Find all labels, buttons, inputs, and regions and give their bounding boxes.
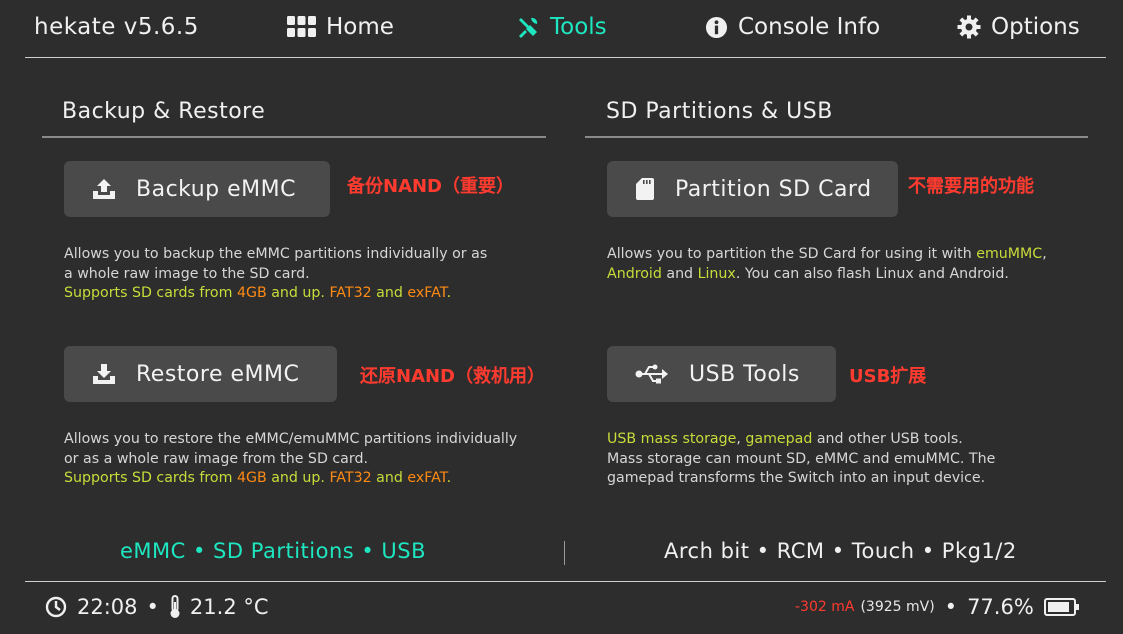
partition-sd-card-label: Partition SD Card xyxy=(675,176,872,202)
thermometer-icon xyxy=(170,595,180,618)
partition-annotation: 不需要用的功能 xyxy=(908,176,1034,197)
status-right: -302 mA (3925 mV) • 77.6% xyxy=(795,595,1080,619)
gear-icon xyxy=(957,15,981,39)
footer-separator xyxy=(564,541,565,565)
sd-card-icon xyxy=(636,178,654,200)
tab-options-label: Options xyxy=(991,14,1080,40)
download-icon xyxy=(93,364,115,384)
upload-icon xyxy=(93,179,115,199)
usb-annotation: USB扩展 xyxy=(849,366,927,387)
partition-description: Allows you to partition the SD Card for … xyxy=(607,246,1047,282)
section-divider xyxy=(42,136,546,138)
footer-features-left: eMMC • SD Partitions • USB xyxy=(120,539,427,563)
tools-icon xyxy=(519,17,538,38)
battery-voltage: (3925 mV) xyxy=(860,599,935,615)
section-title-sd-usb: SD Partitions & USB xyxy=(606,99,833,124)
restore-emmc-button[interactable]: Restore eMMC xyxy=(64,346,337,402)
header-divider xyxy=(25,57,1106,58)
clock-icon xyxy=(45,596,67,618)
battery-icon xyxy=(1043,598,1079,616)
grid-icon xyxy=(287,16,316,37)
restore-emmc-label: Restore eMMC xyxy=(136,361,300,387)
status-separator: • xyxy=(146,595,159,619)
restore-description: Allows you to restore the eMMC/emuMMC pa… xyxy=(64,431,518,486)
battery-current: -302 mA xyxy=(795,599,855,615)
tab-home-label: Home xyxy=(326,14,394,40)
backup-emmc-button[interactable]: Backup eMMC xyxy=(64,161,330,217)
temperature: 21.2 °C xyxy=(189,595,269,619)
partition-sd-card-button[interactable]: Partition SD Card xyxy=(607,161,898,217)
section-divider xyxy=(585,136,1088,138)
usb-icon xyxy=(635,364,668,384)
tab-console-info[interactable]: Console Info xyxy=(705,14,880,40)
tab-tools[interactable]: Tools xyxy=(516,14,607,40)
app-title: hekate v5.6.5 xyxy=(34,14,199,40)
status-left: 22:08 • 21.2 °C xyxy=(45,595,269,619)
backup-emmc-label: Backup eMMC xyxy=(136,176,296,202)
section-title-backup-restore: Backup & Restore xyxy=(62,99,266,124)
footer-features-right: Arch bit • RCM • Touch • Pkg1/2 xyxy=(664,539,1017,563)
usb-tools-label: USB Tools xyxy=(689,361,800,387)
backup-annotation: 备份NAND（重要） xyxy=(347,176,515,197)
clock-time: 22:08 xyxy=(77,595,138,619)
tab-home[interactable]: Home xyxy=(287,14,394,40)
usb-description: USB mass storage, gamepad and other USB … xyxy=(607,431,996,486)
info-icon xyxy=(705,16,728,38)
tab-options[interactable]: Options xyxy=(957,14,1080,40)
status-divider xyxy=(25,581,1106,582)
usb-tools-button[interactable]: USB Tools xyxy=(607,346,836,402)
backup-description: Allows you to backup the eMMC partitions… xyxy=(64,246,488,301)
tab-console-info-label: Console Info xyxy=(738,14,881,40)
battery-percent: 77.6% xyxy=(967,595,1034,619)
status-separator: • xyxy=(944,595,958,619)
restore-annotation: 还原NAND（救机用） xyxy=(360,366,546,387)
tab-tools-label: Tools xyxy=(550,14,607,40)
